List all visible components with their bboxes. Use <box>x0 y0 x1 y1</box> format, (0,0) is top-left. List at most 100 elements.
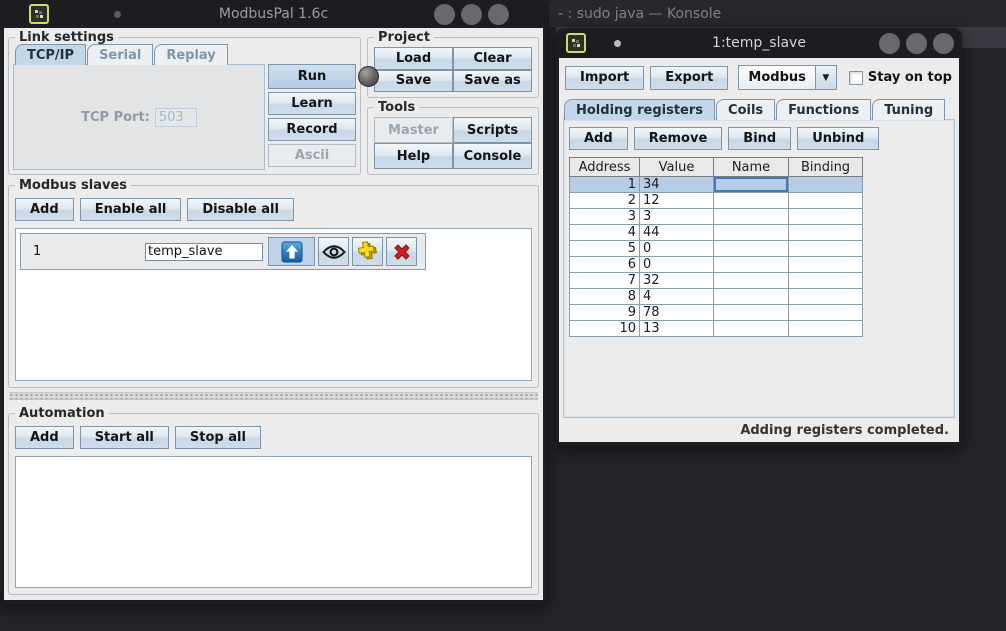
tab-coils[interactable]: Coils <box>716 99 775 120</box>
register-cell-name[interactable] <box>714 177 789 193</box>
register-cell-binding[interactable] <box>789 321 863 337</box>
register-cell-name[interactable] <box>714 321 789 337</box>
splitter-handle[interactable] <box>9 392 538 400</box>
tab-holding-registers[interactable]: Holding registers <box>564 99 715 120</box>
register-cell-address[interactable]: 8 <box>570 289 640 305</box>
register-row[interactable]: 732 <box>570 273 863 289</box>
stop-all-button[interactable]: Stop all <box>175 426 261 449</box>
tab-functions[interactable]: Functions <box>776 99 871 120</box>
register-cell-binding[interactable] <box>789 257 863 273</box>
register-cell-value[interactable]: 12 <box>640 193 714 209</box>
tcp-port-input[interactable] <box>155 108 197 127</box>
maximize-button[interactable] <box>461 4 482 25</box>
register-cell-name[interactable] <box>714 225 789 241</box>
register-add-button[interactable]: Add <box>569 127 628 150</box>
slave-item[interactable]: 1 <box>20 233 426 270</box>
register-cell-address[interactable]: 5 <box>570 241 640 257</box>
import-button[interactable]: Import <box>565 66 644 90</box>
dialog-close-button[interactable] <box>933 33 954 54</box>
dialog-maximize-button[interactable] <box>906 33 927 54</box>
help-button[interactable]: Help <box>374 143 453 169</box>
stay-on-top-checkbox[interactable] <box>849 71 863 85</box>
record-button[interactable]: Record <box>268 118 356 141</box>
register-cell-value[interactable]: 0 <box>640 241 714 257</box>
stay-on-top-control[interactable]: Stay on top <box>849 70 952 85</box>
register-row[interactable]: 60 <box>570 257 863 273</box>
dialog-minimize-button[interactable] <box>879 33 900 54</box>
register-cell-value[interactable]: 3 <box>640 209 714 225</box>
automation-add-button[interactable]: Add <box>15 426 74 449</box>
register-cell-name[interactable] <box>714 305 789 321</box>
clear-button[interactable]: Clear <box>453 47 532 70</box>
konsole-titlebar[interactable]: - : sudo java — Konsole <box>549 0 1006 27</box>
save-button[interactable]: Save <box>374 70 453 93</box>
register-row[interactable]: 50 <box>570 241 863 257</box>
save-as-button[interactable]: Save as <box>453 70 532 93</box>
register-row[interactable]: 978 <box>570 305 863 321</box>
register-cell-name[interactable] <box>714 289 789 305</box>
register-cell-name[interactable] <box>714 209 789 225</box>
register-cell-value[interactable]: 0 <box>640 257 714 273</box>
register-bind-button[interactable]: Bind <box>728 127 791 150</box>
register-cell-value[interactable]: 78 <box>640 305 714 321</box>
disable-all-button[interactable]: Disable all <box>187 198 294 221</box>
register-cell-binding[interactable] <box>789 273 863 289</box>
load-button[interactable]: Load <box>374 47 453 70</box>
slave-delete-button[interactable] <box>386 237 417 266</box>
slave-duplicate-button[interactable] <box>352 237 383 266</box>
column-header-binding[interactable]: Binding <box>789 158 863 177</box>
register-cell-address[interactable]: 1 <box>570 177 640 193</box>
learn-button[interactable]: Learn <box>268 92 356 115</box>
register-cell-name[interactable] <box>714 257 789 273</box>
slave-name-input[interactable] <box>145 243 263 261</box>
register-row[interactable]: 33 <box>570 209 863 225</box>
register-row[interactable]: 444 <box>570 225 863 241</box>
run-button[interactable]: Run <box>268 64 356 89</box>
register-cell-value[interactable]: 4 <box>640 289 714 305</box>
register-remove-button[interactable]: Remove <box>634 127 723 150</box>
scripts-button[interactable]: Scripts <box>453 117 532 143</box>
register-cell-address[interactable]: 10 <box>570 321 640 337</box>
close-button[interactable] <box>488 4 509 25</box>
slave-enable-toggle-button[interactable] <box>268 237 315 266</box>
tab-replay[interactable]: Replay <box>154 44 227 65</box>
register-cell-binding[interactable] <box>789 289 863 305</box>
export-button[interactable]: Export <box>650 66 728 90</box>
slave-view-button[interactable] <box>318 237 349 266</box>
enable-all-button[interactable]: Enable all <box>80 198 182 221</box>
register-cell-address[interactable]: 9 <box>570 305 640 321</box>
register-cell-value[interactable]: 13 <box>640 321 714 337</box>
register-cell-binding[interactable] <box>789 209 863 225</box>
register-row[interactable]: 134 <box>570 177 863 193</box>
register-row[interactable]: 212 <box>570 193 863 209</box>
chevron-down-icon[interactable]: ▼ <box>816 66 836 89</box>
register-cell-value[interactable]: 32 <box>640 273 714 289</box>
register-cell-value[interactable]: 34 <box>640 177 714 193</box>
register-cell-name[interactable] <box>714 193 789 209</box>
console-button[interactable]: Console <box>453 143 532 169</box>
register-cell-address[interactable]: 4 <box>570 225 640 241</box>
slave-add-button[interactable]: Add <box>15 198 74 221</box>
tab-serial[interactable]: Serial <box>87 44 153 65</box>
register-cell-address[interactable]: 3 <box>570 209 640 225</box>
register-cell-binding[interactable] <box>789 305 863 321</box>
minimize-button[interactable] <box>434 4 455 25</box>
column-header-name[interactable]: Name <box>714 158 789 177</box>
tab-tuning[interactable]: Tuning <box>872 99 945 120</box>
protocol-combobox[interactable]: Modbus ▼ <box>738 65 836 90</box>
column-header-value[interactable]: Value <box>640 158 714 177</box>
start-all-button[interactable]: Start all <box>80 426 169 449</box>
register-cell-binding[interactable] <box>789 193 863 209</box>
register-cell-address[interactable]: 7 <box>570 273 640 289</box>
register-cell-address[interactable]: 6 <box>570 257 640 273</box>
register-cell-name[interactable] <box>714 241 789 257</box>
register-cell-value[interactable]: 44 <box>640 225 714 241</box>
register-cell-name[interactable] <box>714 273 789 289</box>
register-unbind-button[interactable]: Unbind <box>797 127 879 150</box>
tab-tcpip[interactable]: TCP/IP <box>15 44 86 65</box>
register-row[interactable]: 1013 <box>570 321 863 337</box>
register-cell-binding[interactable] <box>789 241 863 257</box>
register-row[interactable]: 84 <box>570 289 863 305</box>
modbuspal-titlebar[interactable]: ModbusPal 1.6c <box>0 0 547 28</box>
register-cell-binding[interactable] <box>789 177 863 193</box>
